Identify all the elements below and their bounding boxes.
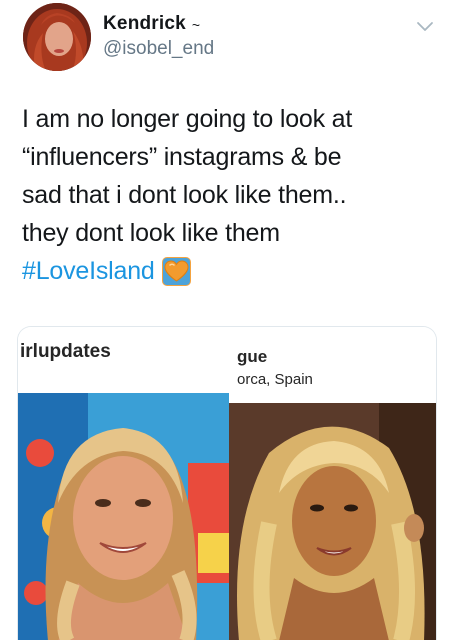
hashtag-line: #LoveIsland <box>22 252 442 290</box>
display-name[interactable]: Kendrick <box>103 13 186 35</box>
right-photo <box>229 403 436 640</box>
instagram-location: orca, Spain <box>237 371 313 388</box>
chevron-down-icon[interactable] <box>415 20 435 34</box>
tweet-text: I am no longer going to look at “influen… <box>22 100 442 290</box>
left-instagram-header: irlupdates <box>18 327 229 393</box>
tweet-text-line: they dont look like them <box>22 219 280 247</box>
right-instagram-panel: gue orca, Spain <box>229 327 436 640</box>
tweet-text-line: “influencers” instagrams & be <box>22 143 342 171</box>
left-photo <box>18 393 229 640</box>
avatar[interactable] <box>23 3 91 71</box>
instagram-username: irlupdates <box>20 341 111 362</box>
user-handle[interactable]: @isobel_end <box>103 38 214 60</box>
hashtag-link[interactable]: #LoveIsland <box>22 252 155 290</box>
left-instagram-panel: irlupdates <box>18 327 229 640</box>
right-instagram-header: gue orca, Spain <box>229 327 436 403</box>
name-emoji: ~ <box>191 17 201 33</box>
tweet-text-line: I am no longer going to look at <box>22 105 353 133</box>
tweet-media[interactable]: irlupdates gue orca, Spain <box>17 326 437 640</box>
display-name-row[interactable]: Kendrick ~ <box>103 13 200 35</box>
avatar-image <box>23 3 91 71</box>
tweet-text-line: sad that i dont look like them.. <box>22 181 347 209</box>
orange-heart-emoji-icon <box>161 256 191 286</box>
instagram-username: gue <box>237 347 268 366</box>
